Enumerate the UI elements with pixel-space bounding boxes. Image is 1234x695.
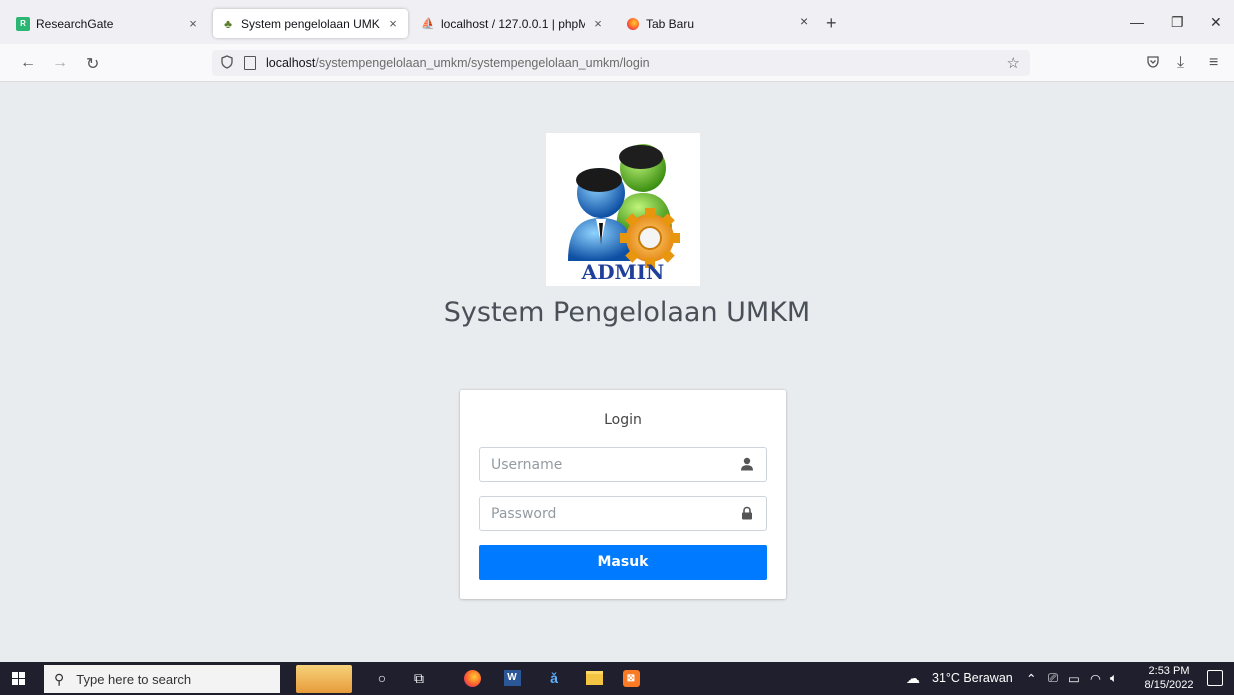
password-field[interactable] bbox=[479, 496, 767, 531]
navigation-bar: ← → ↻ localhost/systempengelolaan_umkm/s… bbox=[0, 44, 1234, 82]
researchgate-favicon-icon: R bbox=[16, 16, 30, 31]
firefox-favicon-icon bbox=[626, 17, 640, 31]
translate-icon[interactable]: ǎ bbox=[543, 668, 565, 688]
login-heading: Login bbox=[604, 412, 642, 428]
weather-cloud-icon[interactable]: ☁ bbox=[906, 670, 920, 687]
tab-phpmyadmin[interactable]: ⛵ localhost / 127.0.0.1 | phpMyAd × bbox=[413, 9, 613, 38]
address-bar[interactable]: localhost/systempengelolaan_umkm/systemp… bbox=[212, 50, 1030, 76]
new-tab-button[interactable]: + bbox=[826, 13, 837, 34]
url-path: /systempengelolaan_umkm/systempengelolaa… bbox=[315, 56, 650, 70]
windows-start-icon[interactable] bbox=[12, 672, 25, 685]
chevron-up-icon[interactable]: ⌃ bbox=[1026, 671, 1036, 686]
firefox-icon[interactable] bbox=[461, 668, 483, 688]
masuk-button[interactable]: Masuk bbox=[479, 545, 767, 580]
search-highlight-image[interactable] bbox=[296, 665, 352, 693]
cortana-icon[interactable]: ○ bbox=[371, 668, 393, 688]
tab-title: ResearchGate bbox=[36, 16, 114, 31]
tab-system-pengelolaan[interactable]: ♣ System pengelolaan UMKM | Lo × bbox=[213, 9, 408, 38]
lock-icon bbox=[740, 506, 754, 520]
task-view-icon[interactable]: ⧉ bbox=[408, 668, 430, 688]
tab-title: Tab Baru bbox=[646, 16, 695, 31]
username-input[interactable] bbox=[480, 448, 720, 481]
pocket-icon[interactable] bbox=[1146, 55, 1160, 72]
page-icon bbox=[244, 56, 256, 70]
search-icon: ⚲ bbox=[54, 670, 65, 687]
meet-icon[interactable]: ⎚ bbox=[1048, 671, 1058, 686]
tab-close-icon[interactable]: × bbox=[800, 13, 808, 29]
taskbar-search-placeholder: Type here to search bbox=[76, 671, 192, 687]
weather-text[interactable]: 31°C Berawan bbox=[932, 671, 1013, 685]
logo-text: ADMIN bbox=[581, 260, 665, 284]
reload-icon[interactable]: ↻ bbox=[86, 54, 99, 74]
browser-tab-strip: R ResearchGate × ♣ System pengelolaan UM… bbox=[0, 0, 1234, 44]
tab-close-icon[interactable]: × bbox=[386, 16, 400, 31]
battery-icon[interactable]: ▭ bbox=[1068, 671, 1080, 686]
user-icon bbox=[740, 457, 754, 471]
page-title: System Pengelolaan UMKM bbox=[443, 297, 811, 328]
file-explorer-icon[interactable] bbox=[583, 668, 605, 688]
forward-arrow-icon[interactable]: → bbox=[52, 54, 68, 72]
download-icon[interactable]: ⤓ bbox=[1177, 54, 1184, 72]
windows-taskbar: ⚲ Type here to search ○ ⧉ W ǎ ⊠ ☁ 31°C B… bbox=[0, 662, 1234, 695]
login-card: Login Masuk bbox=[460, 390, 786, 599]
notification-icon[interactable] bbox=[1207, 670, 1223, 686]
shield-icon bbox=[220, 54, 234, 72]
password-input[interactable] bbox=[480, 497, 720, 530]
clock-time: 2:53 PM bbox=[1148, 665, 1190, 677]
volume-icon[interactable]: 🔈︎ bbox=[1110, 671, 1118, 686]
tab-tab-baru[interactable]: Tab Baru bbox=[618, 9, 798, 38]
taskbar-search[interactable]: ⚲ Type here to search bbox=[44, 665, 280, 693]
tab-title: System pengelolaan UMKM | Lo bbox=[241, 16, 380, 31]
url-host: localhost bbox=[266, 56, 316, 70]
phpmyadmin-favicon-icon: ⛵ bbox=[421, 18, 435, 30]
menu-icon[interactable]: ≡ bbox=[1209, 54, 1218, 72]
minimize-icon[interactable]: — bbox=[1130, 14, 1144, 30]
close-window-icon[interactable]: ✕ bbox=[1210, 14, 1222, 31]
tab-researchgate[interactable]: R ResearchGate × bbox=[8, 9, 208, 38]
username-field[interactable] bbox=[479, 447, 767, 482]
xampp-icon[interactable]: ⊠ bbox=[620, 668, 642, 688]
site-favicon-icon: ♣ bbox=[224, 16, 232, 31]
restore-icon[interactable]: ❐ bbox=[1171, 14, 1184, 31]
clock-date: 8/15/2022 bbox=[1144, 679, 1194, 691]
word-icon[interactable]: W bbox=[501, 668, 523, 688]
admin-logo: ADMIN bbox=[546, 133, 700, 286]
wifi-icon[interactable]: ◠ bbox=[1090, 671, 1101, 686]
tab-close-icon[interactable]: × bbox=[186, 16, 200, 31]
back-arrow-icon[interactable]: ← bbox=[20, 54, 36, 72]
tab-close-icon[interactable]: × bbox=[591, 16, 605, 31]
taskbar-clock[interactable]: 2:53 PM 8/15/2022 bbox=[1142, 664, 1196, 692]
bookmark-star-icon[interactable]: ☆ bbox=[1007, 54, 1020, 72]
tab-title: localhost / 127.0.0.1 | phpMyAd bbox=[441, 16, 585, 31]
